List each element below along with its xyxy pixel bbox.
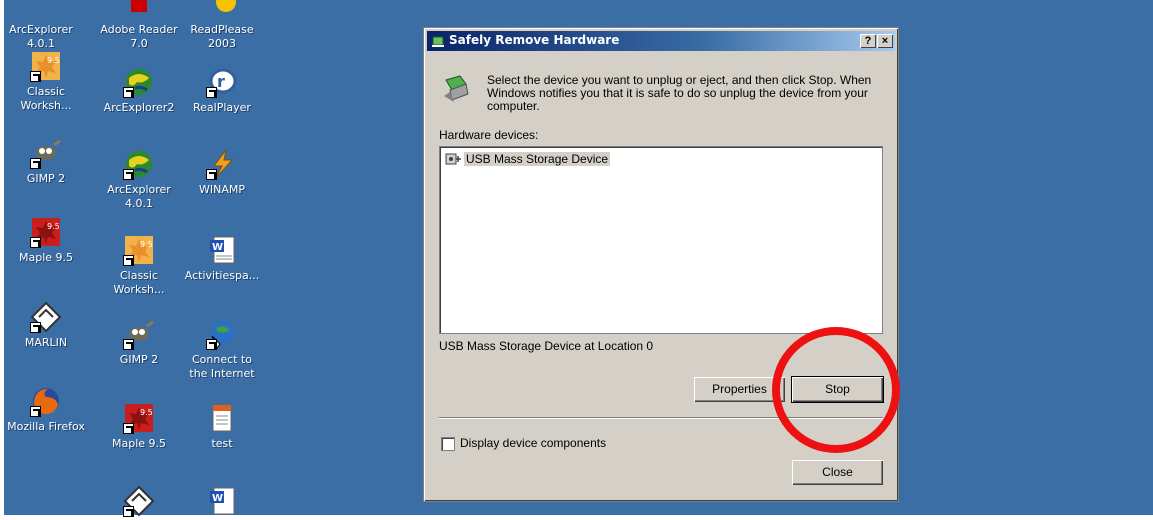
properties-button[interactable]: Properties <box>694 377 785 402</box>
desktop-icon-label: Connect to the Internet <box>189 353 255 380</box>
desktop-icon-classic-worksheet-2[interactable]: 9.5 Classic Worksh... <box>97 234 181 297</box>
desktop-icon-label: test <box>211 437 233 450</box>
desktop-icon-label: WINAMP <box>199 183 245 196</box>
pdf-icon <box>123 0 155 20</box>
desktop-icon-label: Adobe Reader 7.0 <box>100 23 178 50</box>
help-button[interactable]: ? <box>860 34 876 48</box>
close-window-button[interactable]: × <box>877 34 893 48</box>
gimp-icon <box>123 318 155 350</box>
globe-icon <box>123 66 155 98</box>
desktop-icon-label: ArcExplorer2 <box>103 101 175 114</box>
maple-leaf-icon: 9.5 <box>123 402 155 434</box>
display-device-components-label[interactable]: Display device components <box>460 436 606 450</box>
desktop-icon-label: RealPlayer <box>193 101 251 114</box>
desktop-icon-marlin[interactable]: MARLIN <box>4 301 88 350</box>
device-name: USB Mass Storage Device <box>464 152 611 166</box>
text-document-icon <box>206 402 238 434</box>
desktop-icon-gimp[interactable]: GIMP 2 <box>4 137 88 186</box>
desktop-icon-maple-2[interactable]: 9.5 Maple 9.5 <box>97 402 181 451</box>
readplease-icon <box>206 0 238 20</box>
desktop-icon-label: Classic Worksh... <box>113 269 165 296</box>
svg-text:W: W <box>212 493 223 504</box>
maple-leaf-icon: 9.5 <box>30 50 62 82</box>
desktop-icon-label: MARLIN <box>24 336 68 349</box>
realplayer-icon: r <box>206 66 238 98</box>
desktop-icon-arcexplorer[interactable]: ArcExplorer 4.0.1 <box>0 0 83 51</box>
desktop-icon-adobe-reader[interactable]: Adobe Reader 7.0 <box>97 0 181 51</box>
hardware-eject-icon <box>444 75 469 102</box>
firefox-icon <box>30 385 62 417</box>
word-document-icon: W <box>206 234 238 266</box>
display-device-components-checkbox[interactable] <box>441 437 455 451</box>
winamp-icon <box>206 148 238 180</box>
maple-leaf-icon: 9.5 <box>123 234 155 266</box>
dialog-titlebar[interactable]: Safely Remove Hardware ? × <box>427 31 895 51</box>
hardware-devices-list[interactable]: USB Mass Storage Device <box>439 146 883 334</box>
svg-text:W: W <box>212 242 223 253</box>
globe-icon <box>25 0 57 20</box>
hardware-devices-label: Hardware devices: <box>439 128 539 142</box>
maple-leaf-icon: 9.5 <box>30 216 62 248</box>
desktop-icon-label: Activitiespa... <box>184 269 260 282</box>
svg-text:9.5: 9.5 <box>140 240 153 249</box>
divider <box>439 417 883 419</box>
word-document-icon: W <box>206 485 238 517</box>
desktop-icon-label: Maple 9.5 <box>111 437 167 450</box>
desktop-icon-label: Mozilla Firefox <box>7 420 85 433</box>
desktop-icon-firefox[interactable]: Mozilla Firefox <box>4 385 88 434</box>
svg-text:9.5: 9.5 <box>47 56 60 65</box>
desktop-icon-arcexplorer2[interactable]: ArcExplorer2 <box>97 66 181 115</box>
desktop-icon-document[interactable]: W <box>180 485 264 520</box>
safely-remove-hardware-dialog: Safely Remove Hardware ? × Select the de… <box>423 27 899 502</box>
gimp-icon <box>30 137 62 169</box>
desktop-icon-label: ReadPlease 2003 <box>190 23 254 50</box>
desktop-icon-label: ArcExplorer 4.0.1 <box>107 183 171 210</box>
globe-icon <box>123 148 155 180</box>
desktop-icon-winamp[interactable]: WINAMP <box>180 148 264 197</box>
desktop-icon-classic-worksheet[interactable]: 9.5 Classic Worksh... <box>4 50 88 113</box>
stop-button[interactable]: Stop <box>791 376 884 403</box>
svg-text:r: r <box>217 72 225 91</box>
desktop-icon-label: Classic Worksh... <box>20 85 72 112</box>
svg-text:9.5: 9.5 <box>47 222 60 231</box>
svg-text:9.5: 9.5 <box>140 408 153 417</box>
desktop-icon-label: Maple 9.5 <box>18 251 74 264</box>
desktop-icon-label: GIMP 2 <box>119 353 159 366</box>
dialog-title: Safely Remove Hardware <box>449 33 620 47</box>
desktop-icon-label: GIMP 2 <box>26 172 66 185</box>
desktop-icon-arcexplorer-401[interactable]: ArcExplorer 4.0.1 <box>97 148 181 211</box>
desktop-icon-activitiespa[interactable]: W Activitiespa... <box>180 234 264 283</box>
close-button[interactable]: Close <box>792 460 883 485</box>
desktop-icon-connect-internet[interactable]: Connect to the Internet <box>180 318 264 381</box>
desktop-icon-label: ArcExplorer 4.0.1 <box>9 23 73 50</box>
usb-device-icon <box>445 153 461 165</box>
connect-internet-icon <box>206 318 238 350</box>
desktop-icon-readplease[interactable]: ReadPlease 2003 <box>180 0 264 51</box>
marlin-icon <box>123 485 155 517</box>
desktop-icon-gimp-2[interactable]: GIMP 2 <box>97 318 181 367</box>
desktop-icon-realplayer[interactable]: r RealPlayer <box>180 66 264 115</box>
device-location-text: USB Mass Storage Device at Location 0 <box>439 339 654 353</box>
marlin-icon <box>30 301 62 333</box>
list-item[interactable]: USB Mass Storage Device <box>444 151 611 167</box>
desktop-icon-test[interactable]: test <box>180 402 264 451</box>
desktop-icon-marlin-2[interactable] <box>97 485 181 520</box>
desktop-icon-maple[interactable]: 9.5 Maple 9.5 <box>4 216 88 265</box>
hardware-icon <box>432 36 444 47</box>
dialog-instructions: Select the device you want to unplug or … <box>487 73 872 113</box>
